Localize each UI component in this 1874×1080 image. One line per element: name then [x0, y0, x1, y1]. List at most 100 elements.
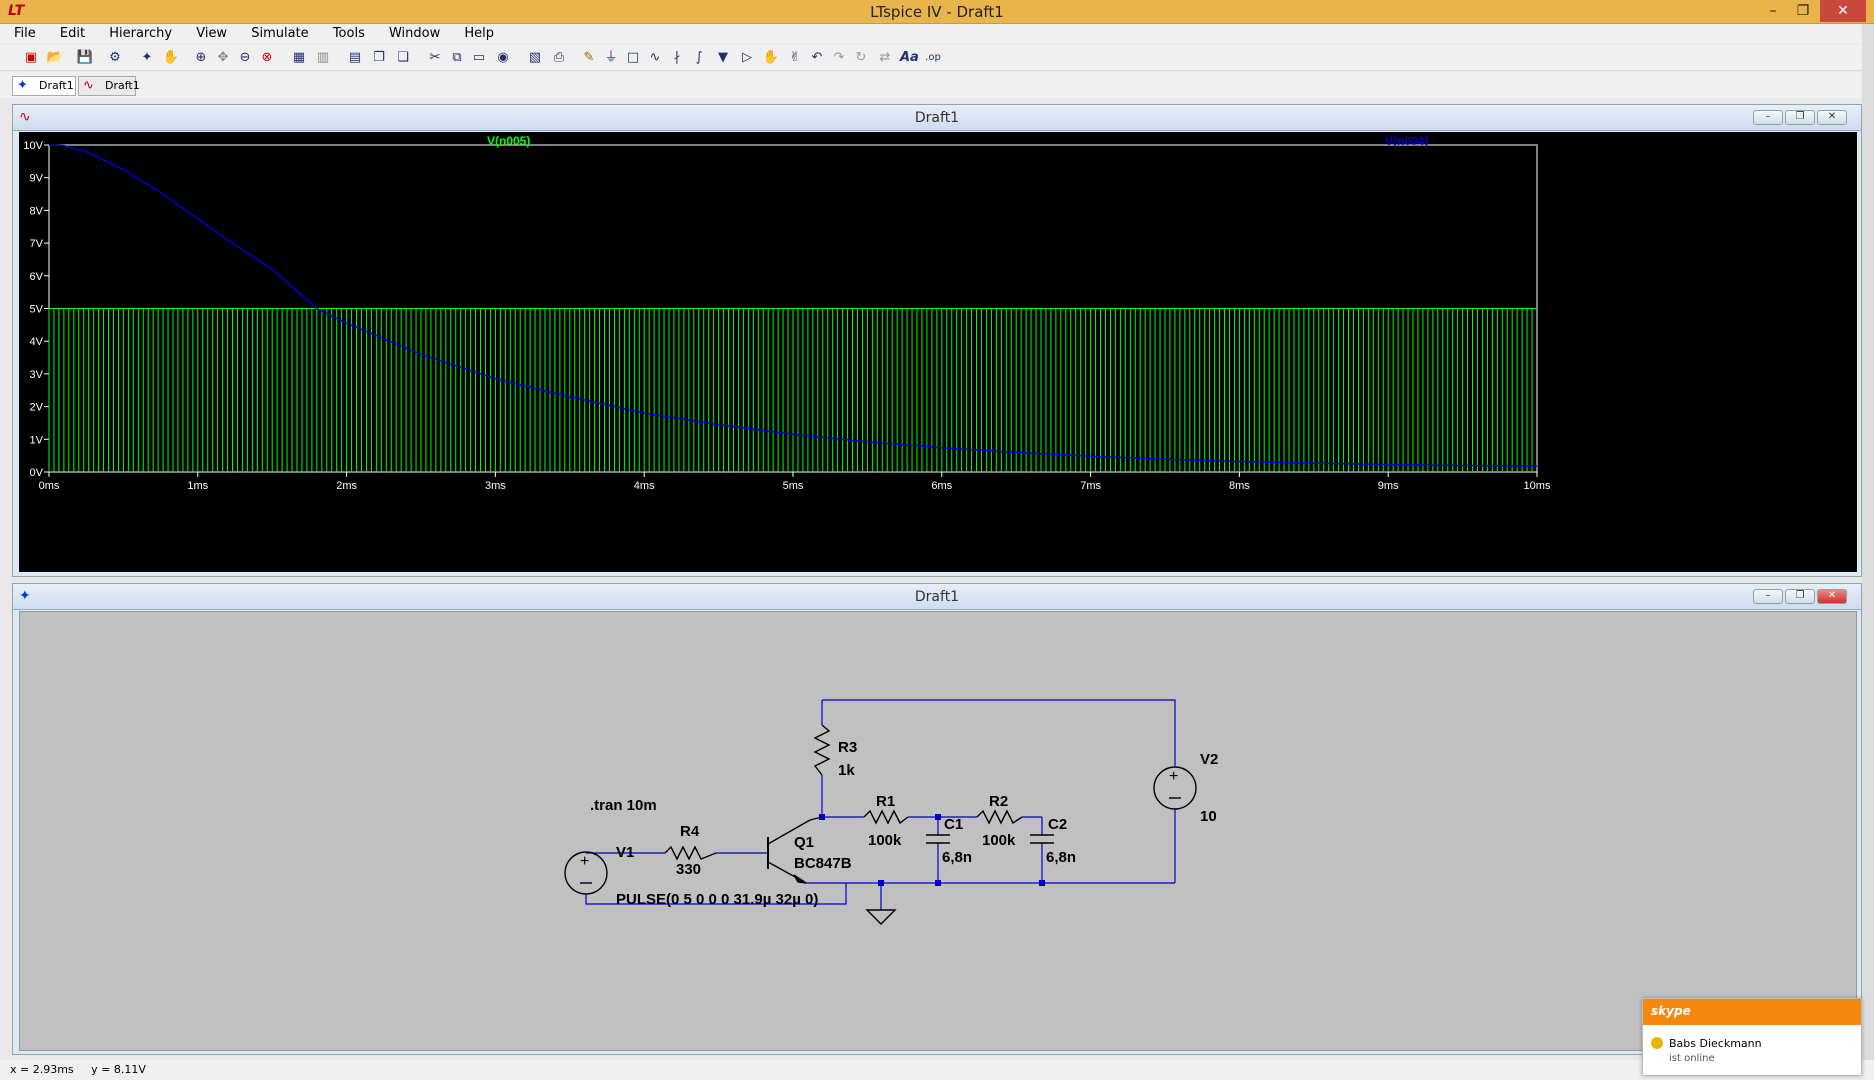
menu-help[interactable]: Help — [452, 24, 502, 41]
inductor-icon[interactable]: ∫ — [690, 49, 708, 67]
c1-value[interactable]: 6,8n — [942, 849, 972, 866]
spice-directive-icon[interactable]: .op — [924, 49, 942, 67]
v2-value[interactable]: 10 — [1200, 808, 1217, 825]
capacitor-icon[interactable]: ∤ — [668, 49, 686, 67]
print-icon[interactable]: ⎙ — [550, 49, 568, 67]
r2-resistor[interactable] — [976, 809, 1023, 825]
diode-icon[interactable]: ▼ — [714, 49, 732, 67]
r4-value[interactable]: 330 — [676, 861, 701, 878]
r4-resistor[interactable] — [664, 845, 717, 861]
open-icon[interactable]: 📂 — [46, 49, 64, 67]
series-v-n005-pulse[interactable] — [48, 308, 1537, 473]
v2-name[interactable]: V2 — [1200, 751, 1218, 768]
cascade-icon[interactable]: ❐ — [370, 49, 388, 67]
autorange-icon[interactable]: ▦ — [290, 49, 308, 67]
move-icon[interactable]: ✋ — [762, 49, 780, 67]
legend-v-n004[interactable]: V(n004) — [1385, 134, 1428, 148]
r1-resistor[interactable] — [863, 809, 909, 825]
menu-tools[interactable]: Tools — [321, 24, 373, 41]
menu-window[interactable]: Window — [377, 24, 448, 41]
close-icon[interactable]: ✕ — [1817, 589, 1847, 604]
c2-name[interactable]: C2 — [1048, 816, 1067, 833]
r2-value[interactable]: 100k — [982, 832, 1016, 849]
y-tick-label: 10V — [23, 140, 43, 152]
r3-value[interactable]: 1k — [838, 762, 855, 779]
q1-name[interactable]: Q1 — [794, 834, 814, 851]
v1-name[interactable]: V1 — [616, 844, 634, 861]
r2-name[interactable]: R2 — [989, 793, 1008, 810]
r3-resistor[interactable] — [813, 724, 831, 776]
halt-icon[interactable]: ✋ — [162, 49, 180, 67]
restore-icon[interactable]: ❐ — [1785, 589, 1815, 604]
c2-value[interactable]: 6,8n — [1046, 849, 1076, 866]
y-tick-label: 5V — [30, 304, 44, 316]
draw-wire-icon[interactable]: ✎ — [580, 49, 598, 67]
waveform-plot[interactable]: 10ms 9ms 8ms 7ms 6ms 5ms 4ms 3ms 2ms 1ms 0ms 10V 9V 8… — [19, 132, 1857, 572]
rotate-icon[interactable]: ↻ — [852, 49, 870, 67]
copy-icon[interactable]: ⧉ — [448, 49, 466, 67]
zoom-fit-icon[interactable]: ⊗ — [258, 49, 276, 67]
minimize-icon[interactable]: – — [1753, 589, 1783, 604]
text-icon[interactable]: Aa — [900, 49, 919, 67]
cut-icon[interactable]: ✂ — [426, 49, 444, 67]
r1-name[interactable]: R1 — [876, 793, 895, 810]
grid-icon[interactable]: ▥ — [314, 49, 332, 67]
legend-v-n005[interactable]: V(n005) — [487, 134, 530, 148]
drag-icon[interactable]: ✌ — [786, 49, 804, 67]
pan-icon[interactable]: ✥ — [214, 49, 232, 67]
c1-name[interactable]: C1 — [944, 816, 963, 833]
ground-icon[interactable]: ⏚ — [602, 49, 620, 67]
ground-symbol[interactable] — [865, 909, 897, 925]
menu-hierarchy[interactable]: Hierarchy — [97, 24, 180, 41]
minimize-icon[interactable]: – — [1753, 110, 1783, 125]
v1-value[interactable]: PULSE(0 5 0 0 0 31.9µ 32µ 0) — [616, 891, 818, 908]
status-bar: x = 2.93ms y = 8.11V — [0, 1060, 1874, 1080]
new-schematic-icon[interactable]: ▣ — [22, 49, 40, 67]
label-net-icon[interactable]: □ — [624, 49, 642, 67]
tile-horizontal-icon[interactable]: ▤ — [346, 49, 364, 67]
q1-value[interactable]: BC847B — [794, 855, 852, 872]
restore-icon[interactable]: ❐ — [1785, 110, 1815, 125]
r1-value[interactable]: 100k — [868, 832, 902, 849]
paste-icon[interactable]: ▭ — [470, 49, 488, 67]
schematic-canvas[interactable]: + + .tran 10m V1 PULSE(0 5 0 0 0 31.9µ 3… — [19, 611, 1857, 1051]
component-icon[interactable]: ▷ — [738, 49, 756, 67]
tab-schematic[interactable]: ✦ Draft1 — [12, 76, 76, 96]
redo-icon[interactable]: ↷ — [830, 49, 848, 67]
directive-tran[interactable]: .tran 10m — [590, 797, 657, 814]
q1-emitter-arrow — [793, 874, 807, 884]
run-icon[interactable]: ✦ — [138, 49, 156, 67]
schematic-window-title: Draft1 — [914, 589, 960, 605]
schematic-window: ✦ Draft1 – ❐ ✕ + + .tran 10m V1 PULSE(0 … — [12, 583, 1862, 1055]
zoom-out-icon[interactable]: ⊖ — [236, 49, 254, 67]
y-tick-label: 7V — [30, 238, 44, 250]
menu-file[interactable]: File — [0, 24, 44, 41]
waveform-icon: ∿ — [83, 78, 94, 93]
schematic-drawing[interactable]: + + .tran 10m V1 PULSE(0 5 0 0 0 31.9µ 3… — [20, 612, 1856, 1050]
tab-label: Draft1 — [39, 79, 74, 92]
undo-icon[interactable]: ↶ — [808, 49, 826, 67]
menu-edit[interactable]: Edit — [48, 24, 93, 41]
close-all-icon[interactable]: ❏ — [394, 49, 412, 67]
menu-view[interactable]: View — [184, 24, 235, 41]
skype-notification[interactable]: skype Babs Dieckmann ist online — [1642, 998, 1862, 1076]
minimize-icon[interactable]: – — [1758, 0, 1788, 22]
zoom-in-icon[interactable]: ⊕ — [192, 49, 210, 67]
restore-icon[interactable]: ❐ — [1788, 0, 1818, 22]
r3-name[interactable]: R3 — [838, 739, 857, 756]
print-setup-icon[interactable]: ▧ — [526, 49, 544, 67]
waveform-chart[interactable]: 10ms 9ms 8ms 7ms 6ms 5ms 4ms 3ms 2ms 1ms 0ms 10V 9V 8… — [19, 132, 1857, 572]
mirror-icon[interactable]: ⇄ — [876, 49, 894, 67]
tab-waveform[interactable]: ∿ Draft1 — [78, 76, 140, 96]
title-bar: LT LTspice IV - Draft1 – ❐ ✕ — [0, 0, 1874, 24]
find-icon[interactable]: ◉ — [494, 49, 512, 67]
close-icon[interactable]: ✕ — [1820, 0, 1866, 22]
close-icon[interactable]: ✕ — [1817, 110, 1847, 125]
save-icon[interactable]: 💾 — [76, 49, 94, 67]
resistor-icon[interactable]: ∿ — [646, 49, 664, 67]
waveform-window: ∿ Draft1 – ❐ ✕ 10ms 9ms 8ms 7ms 6ms 5ms 4ms 3ms… — [12, 104, 1862, 577]
wire-top[interactable] — [822, 699, 1176, 766]
control-panel-icon[interactable]: ⚙ — [106, 49, 124, 67]
menu-simulate[interactable]: Simulate — [239, 24, 316, 41]
r4-name[interactable]: R4 — [680, 823, 700, 840]
